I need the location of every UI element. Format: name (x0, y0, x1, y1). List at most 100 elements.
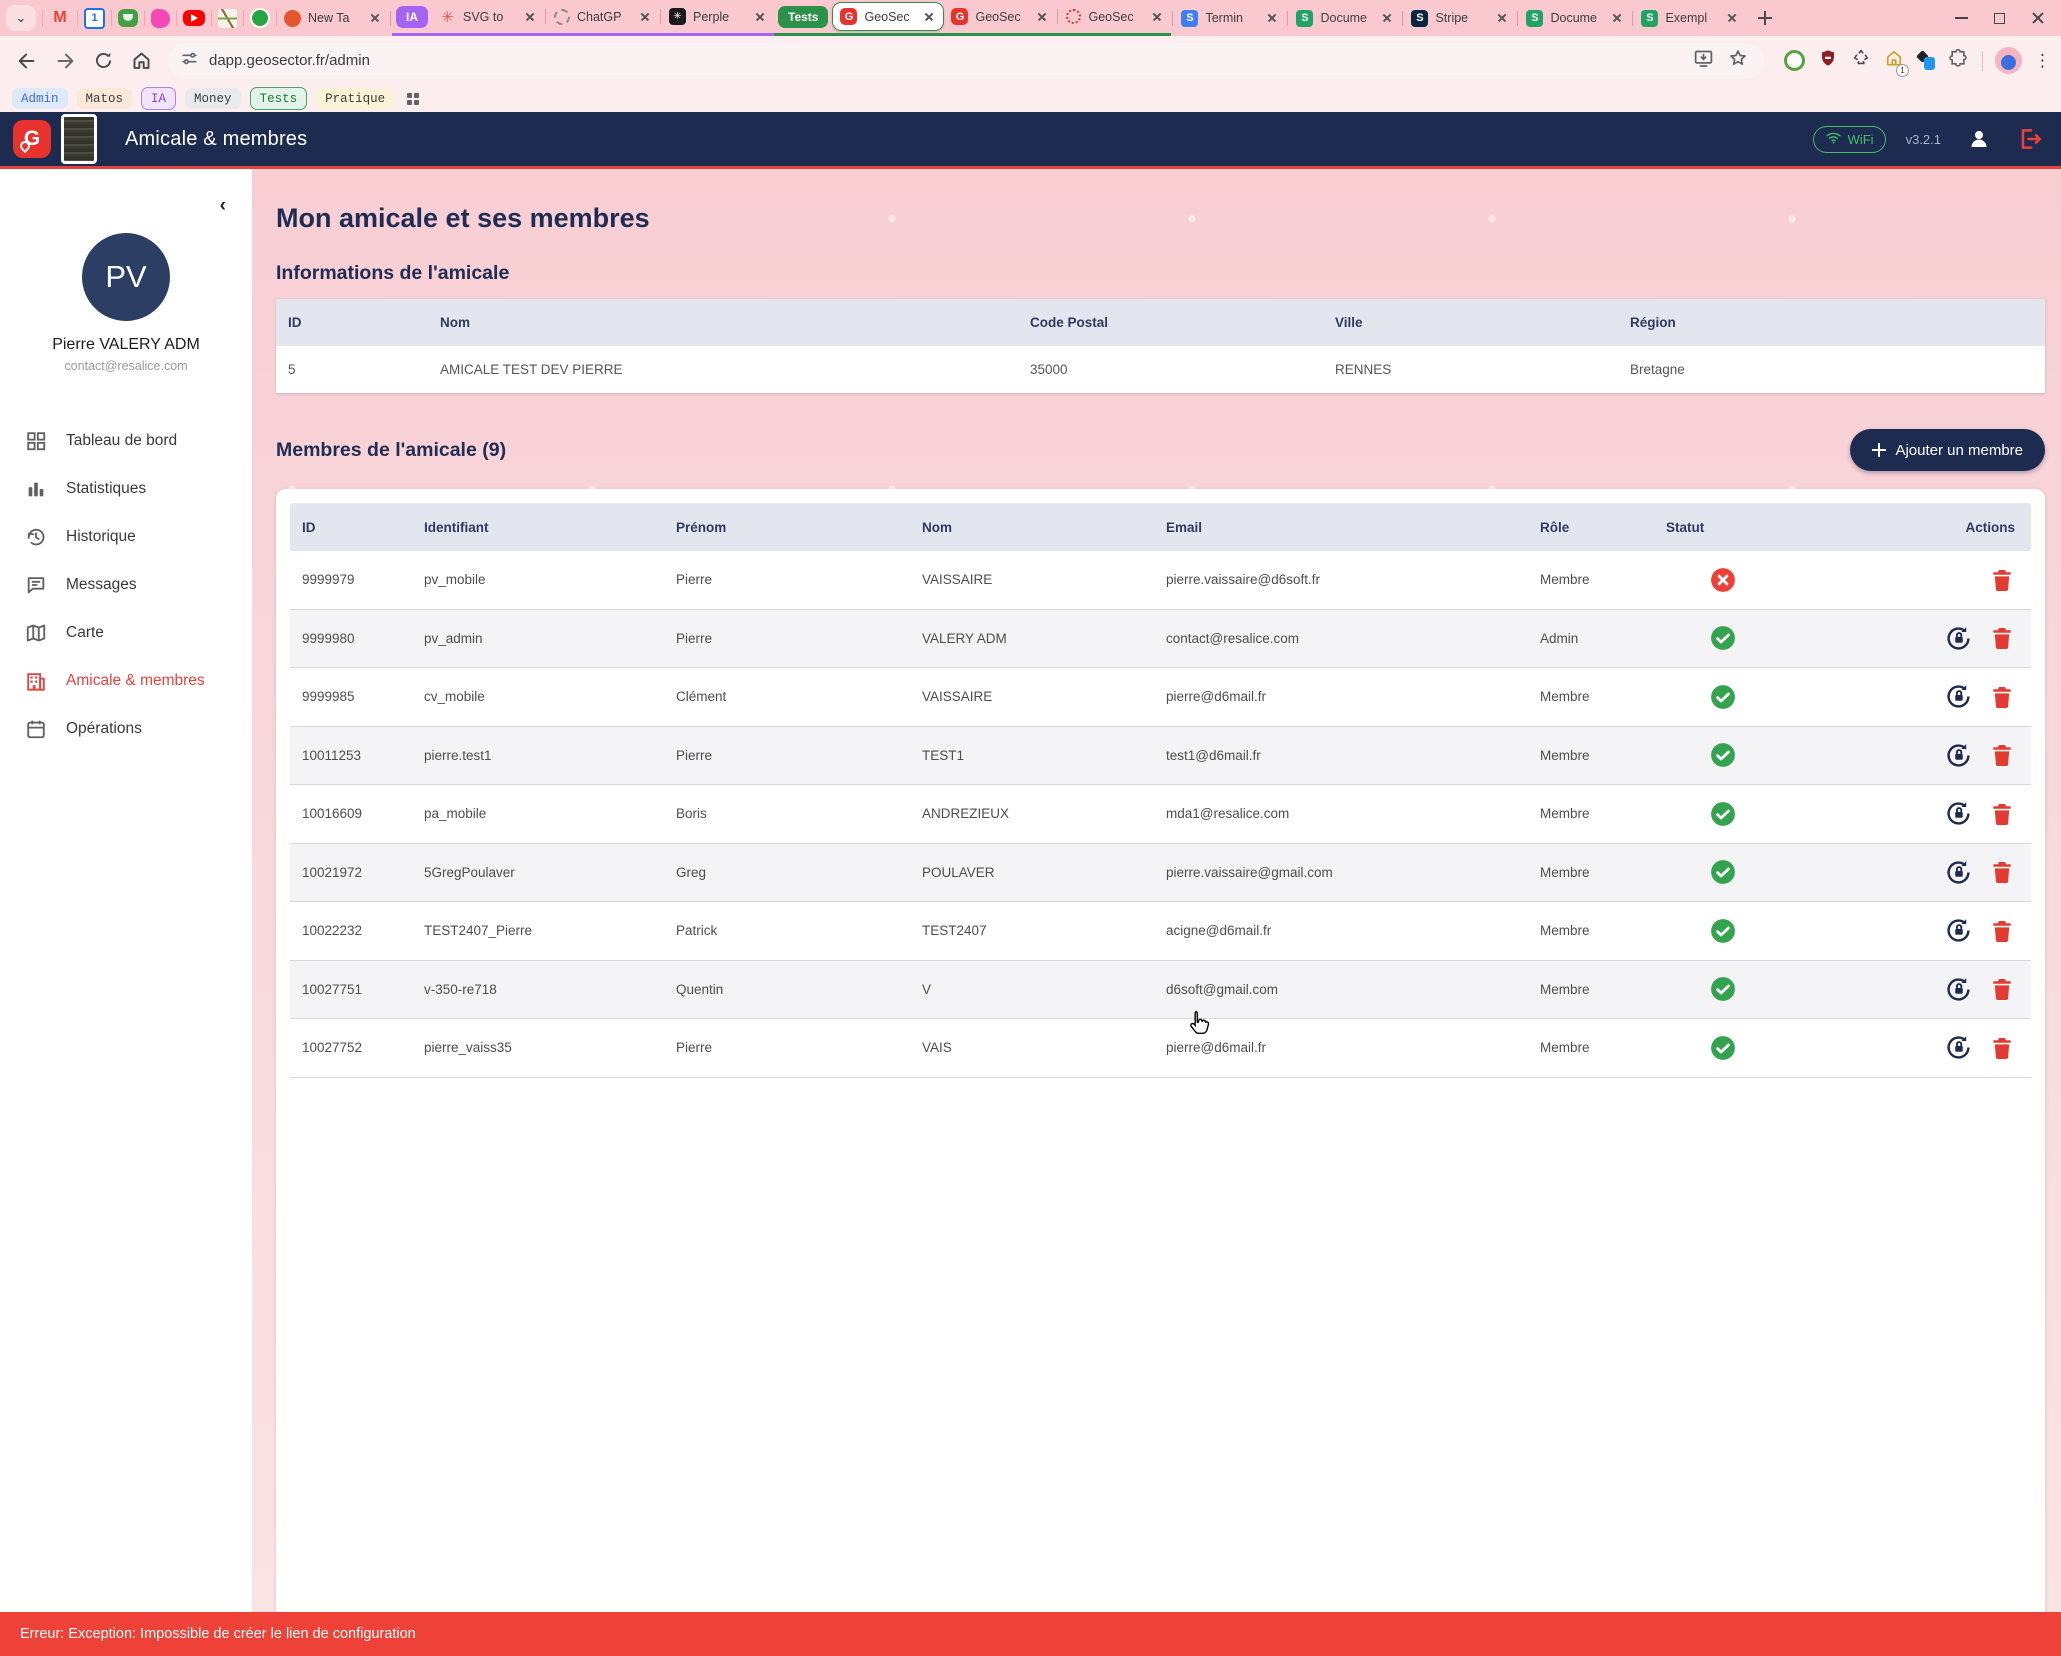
logout-button[interactable] (2017, 126, 2043, 152)
site-settings-icon[interactable] (180, 49, 199, 73)
member-nom: POULAVER (910, 865, 1154, 880)
tab-search-button[interactable]: ⌄ (6, 5, 36, 31)
tab-close-icon[interactable] (922, 10, 936, 24)
sidebar-item-label: Carte (66, 624, 104, 642)
member-role: Membre (1528, 1040, 1654, 1055)
pink-app-icon[interactable] (151, 9, 170, 28)
delete-member-button[interactable] (1989, 918, 2015, 944)
reset-password-button[interactable] (1944, 1033, 1973, 1062)
notes-icon[interactable] (218, 9, 237, 28)
divider (243, 10, 244, 26)
tab-close-icon[interactable] (1150, 10, 1164, 24)
tab-close-icon[interactable] (638, 10, 652, 24)
browser-tab-geosector-active[interactable]: G GeoSec (832, 2, 944, 31)
sidebar-item-amicale-membres[interactable]: Amicale & membres (0, 657, 252, 705)
tab-group-label-tests[interactable]: Tests (778, 6, 828, 28)
gmail-icon[interactable]: M (49, 7, 71, 29)
tab-close-icon[interactable] (1495, 11, 1509, 25)
delete-member-button[interactable] (1989, 976, 2015, 1002)
calendar-icon[interactable]: 1 (84, 8, 105, 29)
delete-member-button[interactable] (1989, 859, 2015, 885)
browser-tab-chatgpt[interactable]: ChatGP (547, 2, 659, 32)
tab-title: New Ta (308, 11, 361, 25)
bookmark-group-ia[interactable]: IA (141, 87, 176, 110)
tab-close-icon[interactable] (1380, 11, 1394, 25)
delete-member-button[interactable] (1989, 684, 2015, 710)
browser-tab-example[interactable]: S Exempl (1634, 3, 1746, 33)
bookmark-group-money[interactable]: Money (185, 88, 241, 109)
install-app-icon[interactable] (1693, 48, 1714, 74)
delete-member-button[interactable] (1989, 567, 2015, 593)
status-badge (1654, 918, 1854, 944)
minimize-button[interactable] (1955, 17, 1968, 19)
browser-tab-svg[interactable]: ✳ SVG to (432, 2, 544, 32)
browser-tab-new-tab[interactable]: New Ta (277, 3, 389, 33)
add-member-button[interactable]: Ajouter un membre (1850, 429, 2045, 471)
delete-member-button[interactable] (1989, 742, 2015, 768)
reset-password-button[interactable] (1944, 916, 1973, 945)
forward-button[interactable] (48, 44, 82, 78)
reset-password-button[interactable] (1944, 682, 1973, 711)
color-picker-icon[interactable] (1917, 52, 1935, 70)
reset-password-button[interactable] (1944, 741, 1973, 770)
bookmark-star-icon[interactable] (1728, 48, 1748, 73)
browser-tab-terminal[interactable]: S Termin (1174, 3, 1286, 33)
tab-close-icon[interactable] (1035, 10, 1049, 24)
tab-group-label-ia[interactable]: IA (396, 6, 428, 28)
member-identifiant: pv_admin (412, 631, 664, 646)
account-button[interactable] (1967, 127, 1991, 151)
tab-close-icon[interactable] (523, 10, 537, 24)
profile-avatar[interactable] (1995, 47, 2022, 74)
home-button[interactable] (124, 44, 158, 78)
delete-member-button[interactable] (1989, 625, 2015, 651)
back-button[interactable] (10, 44, 44, 78)
reload-button[interactable] (86, 44, 120, 78)
dashboard-icon (25, 430, 47, 452)
youtube-icon[interactable] (183, 10, 205, 26)
apps-grid-icon[interactable] (407, 93, 419, 105)
new-tab-button[interactable] (1752, 5, 1778, 31)
sidebar-collapse-button[interactable]: ‹ (220, 195, 226, 217)
delete-member-button[interactable] (1989, 801, 2015, 827)
adblock-shield-icon[interactable] (1818, 48, 1838, 73)
bookmark-group-pratique[interactable]: Pratique (316, 88, 394, 109)
extensions-puzzle-icon[interactable] (1948, 48, 1968, 73)
bookmark-group-tests[interactable]: Tests (250, 87, 308, 110)
tab-close-icon[interactable] (1725, 11, 1739, 25)
maximize-button[interactable] (1994, 13, 2005, 24)
sidebar-item-operations[interactable]: Opérations (0, 705, 252, 753)
green-dot-icon[interactable] (250, 8, 270, 28)
bookmark-group-admin[interactable]: Admin (12, 88, 68, 109)
tab-title: GeoSec (1088, 10, 1143, 24)
sidebar-item-statistiques[interactable]: Statistiques (0, 465, 252, 513)
reset-password-button[interactable] (1944, 799, 1973, 828)
address-bar[interactable]: dapp.geosector.fr/admin (168, 43, 1764, 79)
close-window-button[interactable] (2031, 11, 2045, 25)
extension-green-icon[interactable] (1784, 50, 1805, 71)
tab-close-icon[interactable] (1265, 11, 1279, 25)
recycle-icon[interactable] (1851, 48, 1871, 73)
bookmark-group-matos[interactable]: Matos (77, 88, 133, 109)
tab-close-icon[interactable] (1610, 11, 1624, 25)
browser-tab-stripe[interactable]: S Stripe (1404, 3, 1516, 33)
reset-password-button[interactable] (1944, 624, 1973, 653)
sidebar-item-historique[interactable]: Historique (0, 513, 252, 561)
tab-close-icon[interactable] (368, 11, 382, 25)
sidebar-item-carte[interactable]: Carte (0, 609, 252, 657)
sidebar-item-tableau-de-bord[interactable]: Tableau de bord (0, 417, 252, 465)
tab-close-icon[interactable] (753, 10, 767, 24)
delete-member-button[interactable] (1989, 1035, 2015, 1061)
reset-password-button[interactable] (1944, 858, 1973, 887)
column-header: ID (290, 520, 412, 535)
sidebar-nav: Tableau de bord Statistiques Historique … (0, 417, 252, 753)
browser-tab-perplexity[interactable]: ✳ Perple (662, 2, 774, 32)
browser-tab-docs-2[interactable]: S Docume (1519, 3, 1631, 33)
house-extension-icon[interactable]: 1 (1884, 48, 1904, 73)
sidebar-item-messages[interactable]: Messages (0, 561, 252, 609)
browser-tab-geosector-2[interactable]: G GeoSec (944, 2, 1056, 32)
reset-password-button[interactable] (1944, 975, 1973, 1004)
menu-kebab-icon[interactable]: ⋮ (2034, 51, 2051, 71)
tea-icon[interactable] (118, 9, 138, 27)
browser-tab-docs-1[interactable]: S Docume (1289, 3, 1401, 33)
browser-tab-geosector-3[interactable]: GeoSec (1059, 2, 1171, 32)
